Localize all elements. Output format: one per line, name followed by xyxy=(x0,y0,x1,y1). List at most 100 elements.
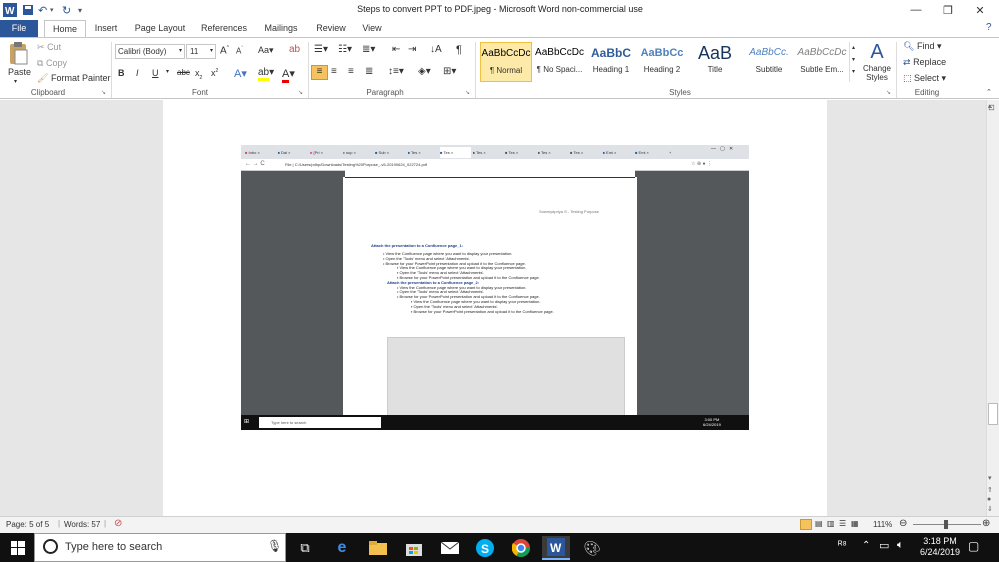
network-icon[interactable]: ▭ xyxy=(879,539,889,552)
bullets-icon[interactable]: ☰▾ xyxy=(314,44,328,55)
people-icon[interactable]: ᴿ⁸ xyxy=(838,540,847,551)
strikethrough-icon[interactable]: abc xyxy=(177,68,190,77)
paste-button[interactable]: Paste xyxy=(8,67,31,77)
italic-icon[interactable]: I xyxy=(136,68,139,78)
format-painter-button[interactable]: 🖌 Format Painter xyxy=(37,73,110,84)
tab-page-layout[interactable]: Page Layout xyxy=(130,20,190,37)
scroll-down-icon[interactable]: ▾ xyxy=(988,474,992,482)
tab-file[interactable]: File xyxy=(0,20,38,37)
sort-icon[interactable]: ↓A xyxy=(430,44,442,55)
style-subtitle[interactable]: AaBbCc. Subtitle xyxy=(743,42,795,82)
justify-icon[interactable]: ≣ xyxy=(365,66,373,77)
tab-home[interactable]: Home xyxy=(44,20,86,38)
grow-font-icon[interactable]: A^ xyxy=(220,45,229,56)
tab-insert[interactable]: Insert xyxy=(88,20,124,37)
customize-toolbar-icon[interactable]: ▾ xyxy=(78,2,82,18)
collapse-ribbon-icon[interactable]: ⌃ xyxy=(986,88,992,96)
volume-icon[interactable]: 🔈︎ xyxy=(897,539,904,552)
tab-review[interactable]: Review xyxy=(312,20,350,37)
word-count[interactable]: Words: 57 xyxy=(64,520,100,529)
font-color-icon[interactable]: A▾ xyxy=(282,67,295,83)
full-screen-reading-icon[interactable]: ▤ xyxy=(815,519,823,528)
prev-page-icon[interactable]: ⇑ xyxy=(987,486,993,494)
paint-icon[interactable]: 🎨︎ xyxy=(578,536,606,560)
superscript-icon[interactable]: x2 xyxy=(211,68,218,78)
style-title[interactable]: AaB Title xyxy=(689,42,741,82)
restore-icon[interactable]: ❐ xyxy=(932,0,964,20)
undo-icon[interactable]: ↶ xyxy=(38,2,47,18)
zoom-slider-thumb[interactable] xyxy=(944,520,948,529)
word-taskbar-icon[interactable]: W xyxy=(542,536,570,560)
underline-icon[interactable]: U xyxy=(152,68,159,78)
ruler-toggle-icon[interactable]: ⊡ xyxy=(988,103,995,112)
tab-mailings[interactable]: Mailings xyxy=(258,20,304,37)
numbering-icon[interactable]: ☷▾ xyxy=(338,44,352,55)
style-subtle-emphasis[interactable]: AaBbCcDc Subtle Em... xyxy=(797,42,847,82)
help-icon[interactable]: ? xyxy=(986,22,992,33)
store-icon[interactable] xyxy=(400,536,428,560)
browse-object-icon[interactable]: ● xyxy=(987,496,991,503)
copy-button[interactable]: ⧉ Copy xyxy=(37,58,67,69)
taskbar-clock[interactable]: 3:18 PM 6/24/2019 xyxy=(915,536,965,558)
print-layout-icon[interactable] xyxy=(800,519,812,530)
align-right-icon[interactable]: ≡ xyxy=(348,66,354,77)
scroll-thumb[interactable] xyxy=(988,403,998,425)
vertical-scrollbar[interactable]: ▴ ▾ ⇑ ● ⇓ xyxy=(986,100,999,516)
style-heading-1[interactable]: AaBbC Heading 1 xyxy=(587,42,635,82)
web-layout-icon[interactable]: ▥ xyxy=(827,519,835,528)
redo-icon[interactable]: ↻ xyxy=(62,2,71,18)
shrink-font-icon[interactable]: Aˇ xyxy=(236,46,243,56)
style-heading-2[interactable]: AaBbCc Heading 2 xyxy=(637,42,687,82)
subscript-icon[interactable]: x2 xyxy=(195,68,202,81)
embedded-screenshot-image[interactable]: ■ Inbo × ■ Dai × ■ [Pri × ■ sup × ■ Sub × ■ T… xyxy=(241,145,749,430)
paragraph-launcher-icon[interactable]: ↘ xyxy=(465,89,470,96)
windows-start-icon[interactable] xyxy=(4,536,32,560)
tab-view[interactable]: View xyxy=(356,20,388,37)
font-name-select[interactable]: Calibri (Body) ▾ xyxy=(115,44,185,59)
mail-icon[interactable] xyxy=(436,536,464,560)
close-icon[interactable]: ✕ xyxy=(964,0,996,20)
style-no-spacing[interactable]: AaBbCcDc ¶ No Spaci... xyxy=(533,42,586,82)
show-hidden-icons[interactable]: ⌃ xyxy=(862,540,870,551)
clear-formatting-icon[interactable]: ab xyxy=(289,44,300,55)
cut-button[interactable]: ✂ Cut xyxy=(37,42,61,53)
replace-button[interactable]: ⇄ Replace xyxy=(903,57,946,68)
find-button[interactable]: 🔍︎ Find ▾ xyxy=(903,41,942,52)
zoom-out-icon[interactable]: ⊖ xyxy=(899,518,907,529)
show-formatting-icon[interactable]: ¶ xyxy=(456,44,462,56)
font-size-select[interactable]: 11 ▾ xyxy=(186,44,216,59)
styles-scroll[interactable]: ▴ ▾ ▾ xyxy=(849,42,857,82)
paste-icon[interactable] xyxy=(6,41,30,65)
proofing-icon[interactable]: ⊘ xyxy=(114,518,122,529)
decrease-indent-icon[interactable]: ⇤ xyxy=(392,44,400,55)
page-count[interactable]: Page: 5 of 5 xyxy=(6,520,49,529)
outline-icon[interactable]: ☰ xyxy=(839,519,846,528)
styles-launcher-icon[interactable]: ↘ xyxy=(886,89,891,96)
zoom-level[interactable]: 111% xyxy=(873,520,892,529)
edge-icon[interactable]: e xyxy=(328,536,356,560)
clipboard-launcher-icon[interactable]: ↘ xyxy=(101,89,106,96)
bold-icon[interactable]: B xyxy=(118,68,125,78)
draft-icon[interactable]: ▦ xyxy=(851,519,859,528)
undo-dropdown-icon[interactable]: ▾ xyxy=(50,2,54,18)
save-icon[interactable] xyxy=(22,2,34,18)
skype-icon[interactable]: S xyxy=(471,536,499,560)
borders-icon[interactable]: ⊞▾ xyxy=(443,66,456,77)
change-styles-button[interactable]: A Change Styles xyxy=(861,40,893,82)
next-page-icon[interactable]: ⇓ xyxy=(987,505,993,513)
align-center-icon[interactable]: ≡ xyxy=(331,66,337,77)
underline-dropdown-icon[interactable]: ▾ xyxy=(166,68,169,75)
increase-indent-icon[interactable]: ⇥ xyxy=(408,44,416,55)
line-spacing-icon[interactable]: ↕≡▾ xyxy=(388,66,404,77)
taskbar-search-box[interactable]: Type here to search 🎙︎ xyxy=(34,533,286,562)
zoom-in-icon[interactable]: ⊕ xyxy=(982,518,990,529)
highlight-icon[interactable]: ab▾ xyxy=(258,67,274,81)
multilevel-list-icon[interactable]: ≣▾ xyxy=(362,44,375,55)
paste-dropdown-icon[interactable]: ▾ xyxy=(14,78,17,85)
shading-icon[interactable]: ◈▾ xyxy=(418,66,431,77)
action-center-icon[interactable]: ▢ xyxy=(968,539,979,553)
minimize-icon[interactable]: — xyxy=(900,0,932,20)
file-explorer-icon[interactable] xyxy=(364,536,392,560)
select-button[interactable]: ⬚ Select ▾ xyxy=(903,73,946,84)
text-effects-icon[interactable]: A▾ xyxy=(234,67,247,80)
